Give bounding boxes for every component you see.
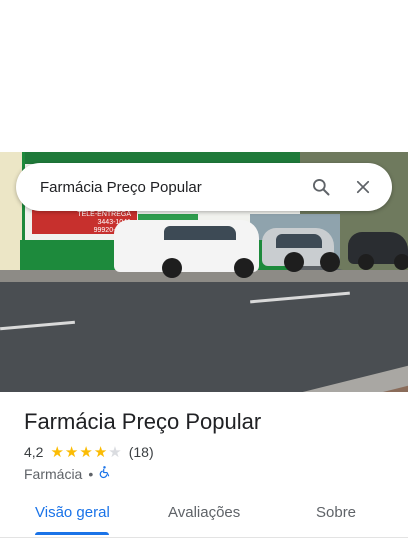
active-tab-indicator	[35, 532, 109, 535]
wheelchair-icon	[98, 465, 111, 482]
meta-separator: •	[88, 465, 94, 482]
suv-wheel	[320, 252, 340, 272]
tab-sobre[interactable]: Sobre	[316, 504, 356, 521]
white-truck	[114, 220, 259, 278]
dark-car	[348, 232, 408, 270]
lane-marking	[250, 291, 350, 304]
search-icon[interactable]	[306, 172, 336, 202]
truck-window	[164, 226, 236, 240]
suv-window	[276, 234, 322, 248]
photo-road	[0, 282, 408, 392]
star-icon: ★	[64, 443, 79, 461]
search-input[interactable]: Farmácia Preço Popular	[40, 179, 294, 196]
rating-value: 4,2	[24, 444, 44, 460]
review-count[interactable]: (18)	[129, 444, 154, 460]
star-icon: ★	[50, 443, 64, 461]
truck-wheel	[162, 258, 182, 278]
photo-curb	[136, 363, 408, 392]
place-title: Farmácia Preço Popular	[24, 409, 262, 434]
close-icon[interactable]	[348, 172, 378, 202]
rating-stars: ★ ★ ★ ★ ★	[50, 445, 122, 460]
tabs-divider	[0, 537, 408, 538]
star-empty-icon: ★	[108, 443, 122, 461]
star-icon: ★	[79, 443, 93, 461]
star-icon: ★	[93, 443, 108, 461]
truck-wheel	[234, 258, 254, 278]
search-bar[interactable]: Farmácia Preço Popular	[16, 163, 392, 211]
place-tabs: Visão geral Avaliações Sobre	[0, 494, 408, 538]
silver-suv	[262, 228, 340, 272]
rating-row[interactable]: 4,2 ★ ★ ★ ★ ★ (18)	[24, 444, 154, 460]
lane-marking	[0, 320, 75, 331]
place-category: Farmácia	[24, 465, 83, 482]
meta-row: Farmácia •	[24, 465, 111, 482]
car-wheel	[394, 254, 408, 270]
car-wheel	[358, 254, 374, 270]
tab-avaliacoes[interactable]: Avaliações	[168, 504, 240, 521]
tab-visao-geral[interactable]: Visão geral	[35, 504, 110, 521]
suv-wheel	[284, 252, 304, 272]
